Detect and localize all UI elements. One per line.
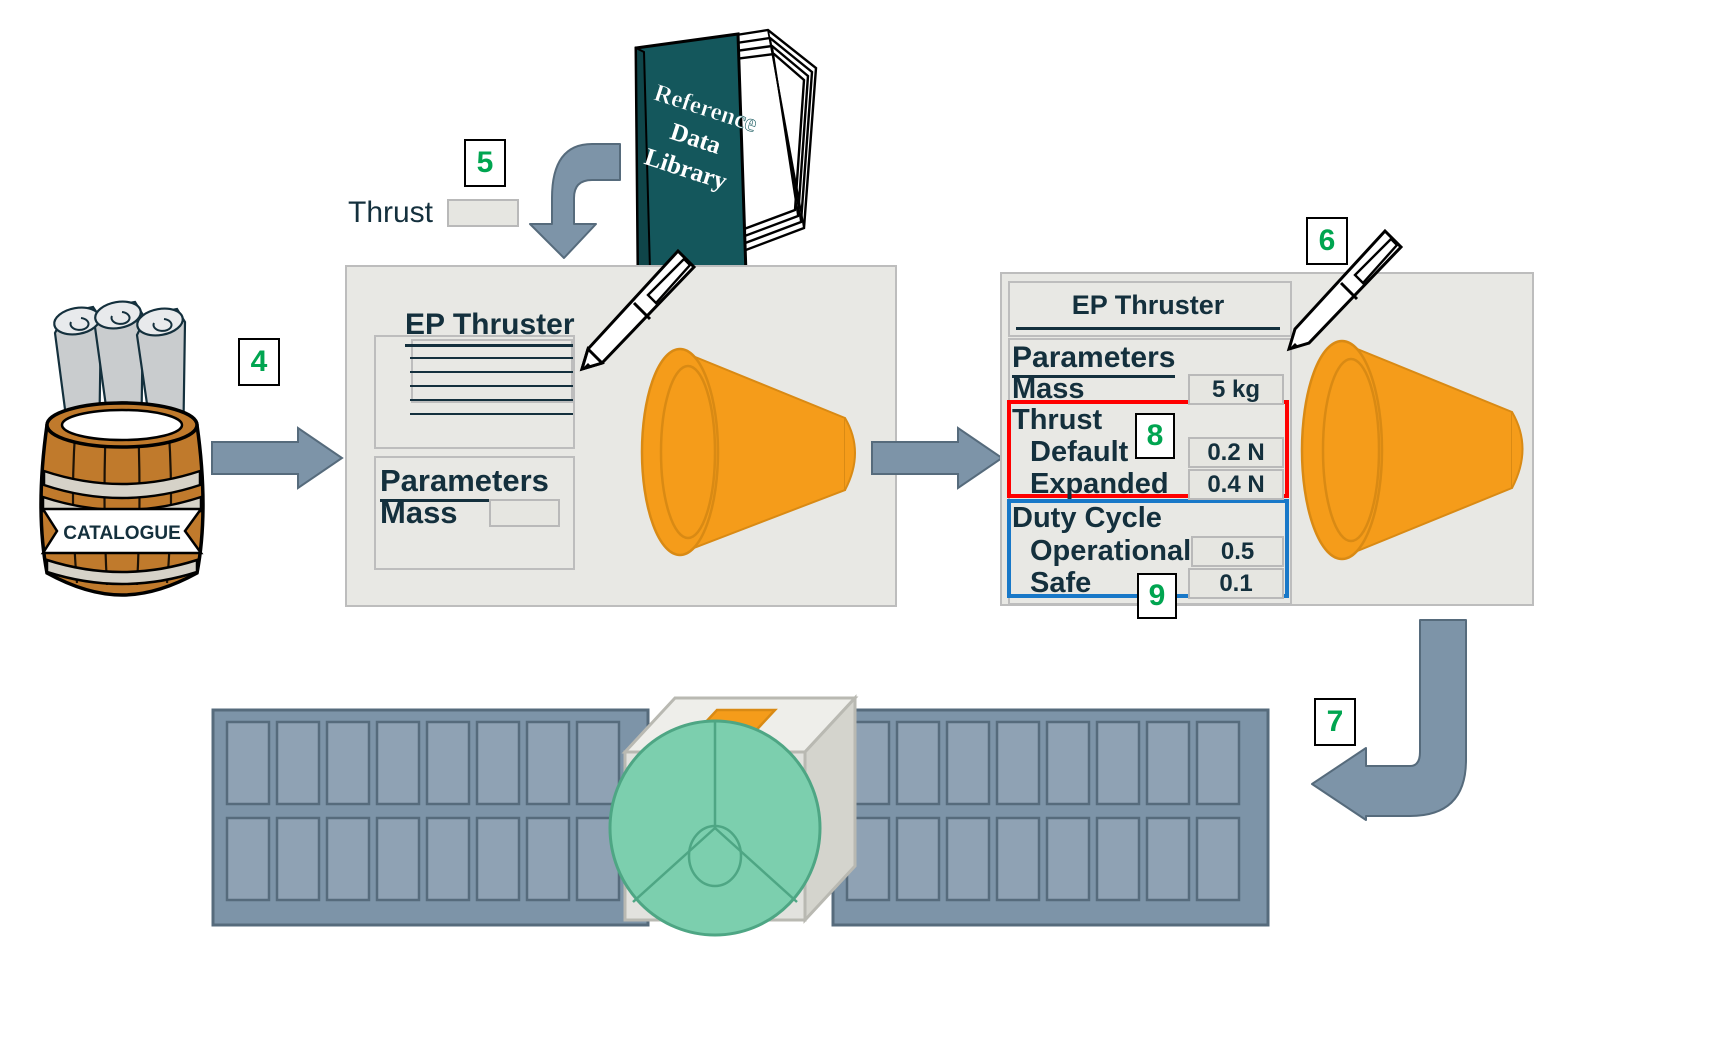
flow-arrow-panel-to-panel bbox=[871, 426, 1004, 490]
right-parameter-label-operational: Operational bbox=[1030, 535, 1192, 567]
right-parameter-row-default: Default 0.2 N bbox=[1012, 436, 1284, 469]
flow-arrow-library-to-panel bbox=[520, 140, 621, 260]
thrust-callout: Thrust bbox=[348, 196, 520, 230]
right-parameter-label-mass: Mass bbox=[1012, 373, 1085, 405]
right-parameter-label-default: Default bbox=[1030, 436, 1129, 468]
right-parameter-label-expanded: Expanded bbox=[1030, 468, 1169, 500]
catalogue-barrel: CATALOGUE bbox=[25, 275, 240, 597]
left-parameter-value-mass[interactable] bbox=[488, 499, 560, 527]
badge-9: 9 bbox=[1137, 573, 1177, 619]
badge-5: 5 bbox=[464, 139, 506, 187]
right-parameter-value-safe[interactable]: 0.1 bbox=[1188, 568, 1284, 599]
badge-7: 7 bbox=[1314, 698, 1356, 746]
right-header-underline bbox=[1016, 327, 1280, 330]
badge-4: 4 bbox=[238, 338, 280, 386]
reference-data-library-book: Reference Data Library bbox=[618, 22, 823, 277]
right-parameter-row-expanded: Expanded 0.4 N bbox=[1012, 468, 1284, 501]
right-parameter-value-expanded[interactable]: 0.4 N bbox=[1188, 469, 1284, 500]
thrust-callout-label: Thrust bbox=[348, 196, 434, 229]
thruster-cone-right bbox=[1300, 330, 1540, 570]
catalogue-ribbon-label: CATALOGUE bbox=[63, 523, 181, 544]
right-parameter-row-operational: Operational 0.5 bbox=[1012, 535, 1284, 568]
right-parameter-value-default[interactable]: 0.2 N bbox=[1188, 437, 1284, 468]
right-parameter-row-duty-cycle: Duty Cycle bbox=[1012, 502, 1284, 535]
thruster-cone-left bbox=[640, 340, 870, 565]
thrust-callout-value[interactable] bbox=[447, 199, 520, 227]
right-parameter-row-mass: Mass 5 kg bbox=[1012, 373, 1284, 406]
right-parameter-label-duty-cycle: Duty Cycle bbox=[1012, 502, 1162, 534]
left-parameter-label-mass: Mass bbox=[380, 495, 458, 530]
satellite-graphic bbox=[205, 670, 1275, 940]
left-parameter-row-mass: Mass bbox=[380, 495, 560, 531]
right-parameter-value-operational[interactable]: 0.5 bbox=[1191, 536, 1284, 567]
